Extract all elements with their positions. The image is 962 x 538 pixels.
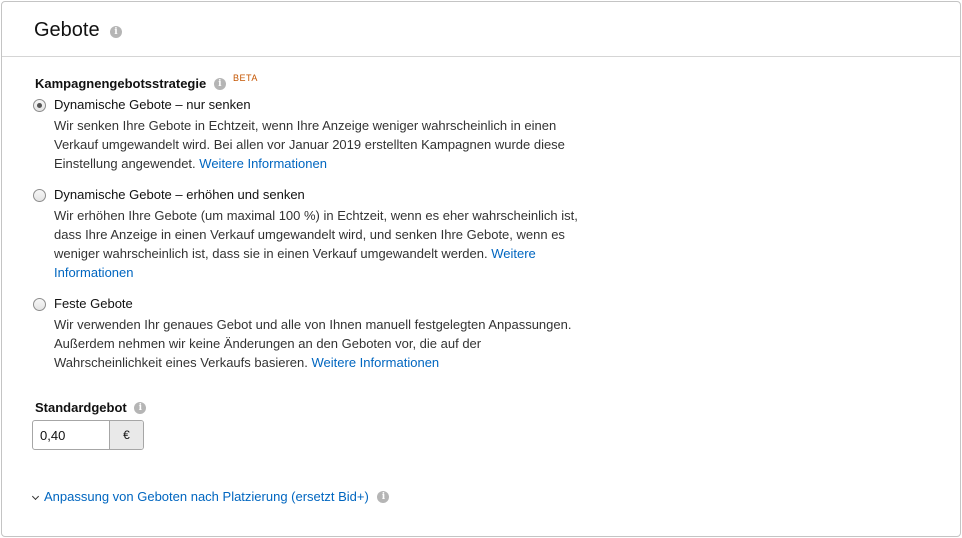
- placement-adjustment-label[interactable]: Anpassung von Geboten nach Platzierung (…: [44, 489, 369, 504]
- learn-more-link[interactable]: Weitere: [491, 246, 536, 261]
- desc-line: Wahrscheinlichkeit eines Verkaufs basier…: [54, 355, 308, 370]
- desc-line: Einstellung angewendet.: [54, 156, 196, 171]
- radio-dynamic-down[interactable]: [33, 99, 46, 112]
- desc-line: weniger wahrscheinlich ist, dass sie in …: [54, 246, 488, 261]
- option-description: Wir verwenden Ihr genaues Gebot und alle…: [54, 315, 594, 372]
- default-bid-field[interactable]: €: [32, 420, 144, 450]
- page-title: Gebote i: [34, 18, 122, 42]
- page-title-text: Gebote: [34, 19, 100, 41]
- default-bid-label: Standardgebot i: [35, 400, 147, 415]
- desc-line: Wir senken Ihre Gebote in Echtzeit, wenn…: [54, 118, 557, 133]
- desc-line: Wir erhöhen Ihre Gebote (um maximal 100 …: [54, 208, 578, 223]
- strategy-option-dynamic-down[interactable]: Dynamische Gebote – nur senken Wir senke…: [33, 97, 593, 173]
- beta-badge: BETA: [233, 73, 258, 83]
- radio-fixed[interactable]: [33, 298, 46, 311]
- strategy-label-text: Kampagnengebotsstrategie: [35, 76, 207, 91]
- option-title[interactable]: Feste Gebote: [54, 296, 133, 311]
- panel-header: Gebote i: [2, 2, 960, 57]
- desc-line: Wir verwenden Ihr genaues Gebot und alle…: [54, 317, 572, 332]
- info-icon[interactable]: i: [377, 490, 390, 503]
- chevron-down-icon[interactable]: [31, 492, 40, 500]
- default-bid-input[interactable]: [33, 421, 109, 449]
- info-icon[interactable]: i: [110, 26, 122, 38]
- option-description: Wir erhöhen Ihre Gebote (um maximal 100 …: [54, 206, 594, 282]
- option-title[interactable]: Dynamische Gebote – nur senken: [54, 97, 251, 112]
- learn-more-link[interactable]: Weitere Informationen: [312, 355, 440, 370]
- info-icon[interactable]: i: [134, 401, 147, 414]
- strategy-option-fixed[interactable]: Feste Gebote Wir verwenden Ihr genaues G…: [33, 296, 593, 372]
- option-title[interactable]: Dynamische Gebote – erhöhen und senken: [54, 187, 305, 202]
- learn-more-link-cont[interactable]: Informationen: [54, 265, 134, 280]
- learn-more-link[interactable]: Weitere Informationen: [199, 156, 327, 171]
- currency-suffix: €: [109, 421, 143, 449]
- info-icon[interactable]: i: [213, 77, 226, 90]
- desc-line: Außerdem nehmen wir keine Änderungen an …: [54, 336, 482, 351]
- desc-line: dass Ihre Anzeige in einen Verkauf umgew…: [54, 227, 565, 242]
- strategy-option-dynamic-up-down[interactable]: Dynamische Gebote – erhöhen und senken W…: [33, 187, 593, 282]
- desc-line: Verkauf umgewandelt wird. Bei allen vor …: [54, 137, 565, 152]
- radio-dynamic-up-down[interactable]: [33, 189, 46, 202]
- option-description: Wir senken Ihre Gebote in Echtzeit, wenn…: [54, 116, 594, 173]
- placement-adjustment-toggle[interactable]: Anpassung von Geboten nach Platzierung (…: [31, 489, 390, 504]
- default-bid-label-text: Standardgebot: [35, 400, 127, 415]
- strategy-label: Kampagnengebotsstrategie i: [35, 76, 226, 91]
